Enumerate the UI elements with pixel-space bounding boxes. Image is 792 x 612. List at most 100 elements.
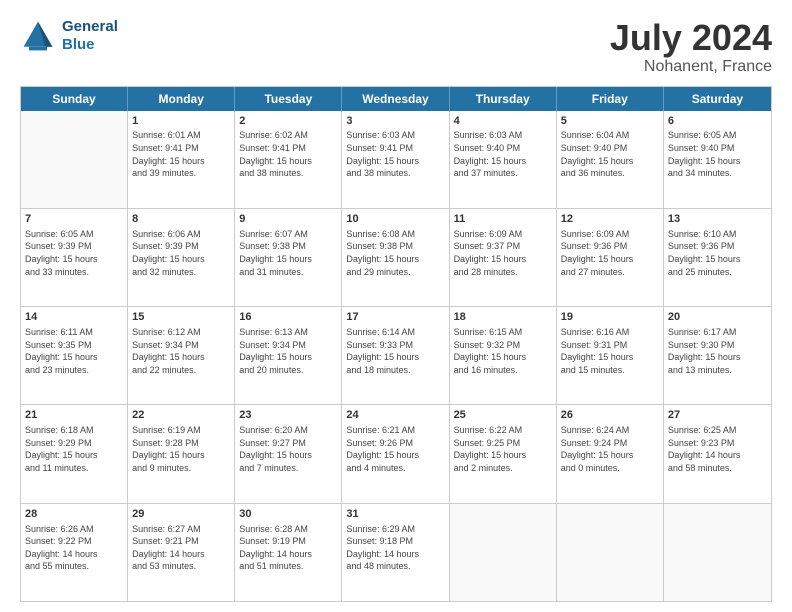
subtitle: Nohanent, France <box>610 58 772 76</box>
calendar-cell: 20Sunrise: 6:17 AM Sunset: 9:30 PM Dayli… <box>664 307 771 404</box>
calendar-cell: 15Sunrise: 6:12 AM Sunset: 9:34 PM Dayli… <box>128 307 235 404</box>
calendar-cell: 2Sunrise: 6:02 AM Sunset: 9:41 PM Daylig… <box>235 111 342 208</box>
cell-info: Sunrise: 6:10 AM Sunset: 9:36 PM Dayligh… <box>668 228 767 278</box>
calendar-cell <box>557 504 664 601</box>
cell-info: Sunrise: 6:02 AM Sunset: 9:41 PM Dayligh… <box>239 129 337 179</box>
cell-info: Sunrise: 6:01 AM Sunset: 9:41 PM Dayligh… <box>132 129 230 179</box>
calendar-row: 28Sunrise: 6:26 AM Sunset: 9:22 PM Dayli… <box>21 503 771 601</box>
logo-icon <box>20 18 56 54</box>
cell-info: Sunrise: 6:07 AM Sunset: 9:38 PM Dayligh… <box>239 228 337 278</box>
cell-info: Sunrise: 6:29 AM Sunset: 9:18 PM Dayligh… <box>346 523 444 573</box>
day-number: 18 <box>454 310 552 325</box>
calendar: SundayMondayTuesdayWednesdayThursdayFrid… <box>20 86 772 602</box>
day-number: 31 <box>346 507 444 522</box>
day-number: 28 <box>25 507 123 522</box>
calendar-cell: 13Sunrise: 6:10 AM Sunset: 9:36 PM Dayli… <box>664 209 771 306</box>
cell-info: Sunrise: 6:08 AM Sunset: 9:38 PM Dayligh… <box>346 228 444 278</box>
calendar-cell: 14Sunrise: 6:11 AM Sunset: 9:35 PM Dayli… <box>21 307 128 404</box>
cell-info: Sunrise: 6:14 AM Sunset: 9:33 PM Dayligh… <box>346 326 444 376</box>
day-number: 14 <box>25 310 123 325</box>
cell-info: Sunrise: 6:09 AM Sunset: 9:36 PM Dayligh… <box>561 228 659 278</box>
calendar-cell: 5Sunrise: 6:04 AM Sunset: 9:40 PM Daylig… <box>557 111 664 208</box>
title-block: July 2024 Nohanent, France <box>610 18 772 76</box>
calendar-cell: 31Sunrise: 6:29 AM Sunset: 9:18 PM Dayli… <box>342 504 449 601</box>
calendar-cell: 27Sunrise: 6:25 AM Sunset: 9:23 PM Dayli… <box>664 405 771 502</box>
cell-info: Sunrise: 6:28 AM Sunset: 9:19 PM Dayligh… <box>239 523 337 573</box>
day-number: 5 <box>561 114 659 129</box>
calendar-cell: 24Sunrise: 6:21 AM Sunset: 9:26 PM Dayli… <box>342 405 449 502</box>
day-number: 30 <box>239 507 337 522</box>
day-number: 19 <box>561 310 659 325</box>
cell-info: Sunrise: 6:16 AM Sunset: 9:31 PM Dayligh… <box>561 326 659 376</box>
calendar-header-cell: Wednesday <box>342 87 449 111</box>
calendar-header-cell: Thursday <box>450 87 557 111</box>
calendar-cell: 16Sunrise: 6:13 AM Sunset: 9:34 PM Dayli… <box>235 307 342 404</box>
cell-info: Sunrise: 6:05 AM Sunset: 9:40 PM Dayligh… <box>668 129 767 179</box>
day-number: 15 <box>132 310 230 325</box>
cell-info: Sunrise: 6:26 AM Sunset: 9:22 PM Dayligh… <box>25 523 123 573</box>
cell-info: Sunrise: 6:06 AM Sunset: 9:39 PM Dayligh… <box>132 228 230 278</box>
cell-info: Sunrise: 6:03 AM Sunset: 9:41 PM Dayligh… <box>346 129 444 179</box>
day-number: 12 <box>561 212 659 227</box>
cell-info: Sunrise: 6:17 AM Sunset: 9:30 PM Dayligh… <box>668 326 767 376</box>
cell-info: Sunrise: 6:25 AM Sunset: 9:23 PM Dayligh… <box>668 424 767 474</box>
calendar-row: 14Sunrise: 6:11 AM Sunset: 9:35 PM Dayli… <box>21 306 771 404</box>
cell-info: Sunrise: 6:12 AM Sunset: 9:34 PM Dayligh… <box>132 326 230 376</box>
day-number: 24 <box>346 408 444 423</box>
calendar-body: 1Sunrise: 6:01 AM Sunset: 9:41 PM Daylig… <box>21 111 771 601</box>
calendar-cell <box>450 504 557 601</box>
page: General Blue July 2024 Nohanent, France … <box>0 0 792 612</box>
cell-info: Sunrise: 6:09 AM Sunset: 9:37 PM Dayligh… <box>454 228 552 278</box>
cell-info: Sunrise: 6:04 AM Sunset: 9:40 PM Dayligh… <box>561 129 659 179</box>
day-number: 4 <box>454 114 552 129</box>
day-number: 11 <box>454 212 552 227</box>
calendar-row: 7Sunrise: 6:05 AM Sunset: 9:39 PM Daylig… <box>21 208 771 306</box>
day-number: 7 <box>25 212 123 227</box>
day-number: 29 <box>132 507 230 522</box>
cell-info: Sunrise: 6:15 AM Sunset: 9:32 PM Dayligh… <box>454 326 552 376</box>
cell-info: Sunrise: 6:11 AM Sunset: 9:35 PM Dayligh… <box>25 326 123 376</box>
cell-info: Sunrise: 6:19 AM Sunset: 9:28 PM Dayligh… <box>132 424 230 474</box>
calendar-cell: 29Sunrise: 6:27 AM Sunset: 9:21 PM Dayli… <box>128 504 235 601</box>
cell-info: Sunrise: 6:03 AM Sunset: 9:40 PM Dayligh… <box>454 129 552 179</box>
day-number: 20 <box>668 310 767 325</box>
day-number: 10 <box>346 212 444 227</box>
cell-info: Sunrise: 6:20 AM Sunset: 9:27 PM Dayligh… <box>239 424 337 474</box>
calendar-cell: 18Sunrise: 6:15 AM Sunset: 9:32 PM Dayli… <box>450 307 557 404</box>
calendar-cell: 21Sunrise: 6:18 AM Sunset: 9:29 PM Dayli… <box>21 405 128 502</box>
calendar-header-cell: Tuesday <box>235 87 342 111</box>
cell-info: Sunrise: 6:27 AM Sunset: 9:21 PM Dayligh… <box>132 523 230 573</box>
calendar-cell: 28Sunrise: 6:26 AM Sunset: 9:22 PM Dayli… <box>21 504 128 601</box>
day-number: 13 <box>668 212 767 227</box>
logo: General Blue <box>20 18 118 54</box>
calendar-cell: 8Sunrise: 6:06 AM Sunset: 9:39 PM Daylig… <box>128 209 235 306</box>
calendar-cell: 17Sunrise: 6:14 AM Sunset: 9:33 PM Dayli… <box>342 307 449 404</box>
header: General Blue July 2024 Nohanent, France <box>20 18 772 76</box>
calendar-cell: 11Sunrise: 6:09 AM Sunset: 9:37 PM Dayli… <box>450 209 557 306</box>
main-title: July 2024 <box>610 18 772 58</box>
day-number: 23 <box>239 408 337 423</box>
day-number: 22 <box>132 408 230 423</box>
day-number: 26 <box>561 408 659 423</box>
day-number: 1 <box>132 114 230 129</box>
day-number: 17 <box>346 310 444 325</box>
calendar-cell: 12Sunrise: 6:09 AM Sunset: 9:36 PM Dayli… <box>557 209 664 306</box>
day-number: 8 <box>132 212 230 227</box>
cell-info: Sunrise: 6:22 AM Sunset: 9:25 PM Dayligh… <box>454 424 552 474</box>
calendar-header-cell: Sunday <box>21 87 128 111</box>
calendar-cell: 26Sunrise: 6:24 AM Sunset: 9:24 PM Dayli… <box>557 405 664 502</box>
day-number: 21 <box>25 408 123 423</box>
cell-info: Sunrise: 6:18 AM Sunset: 9:29 PM Dayligh… <box>25 424 123 474</box>
calendar-header-cell: Saturday <box>664 87 771 111</box>
calendar-header: SundayMondayTuesdayWednesdayThursdayFrid… <box>21 87 771 111</box>
calendar-cell: 19Sunrise: 6:16 AM Sunset: 9:31 PM Dayli… <box>557 307 664 404</box>
calendar-cell: 7Sunrise: 6:05 AM Sunset: 9:39 PM Daylig… <box>21 209 128 306</box>
day-number: 3 <box>346 114 444 129</box>
calendar-cell: 23Sunrise: 6:20 AM Sunset: 9:27 PM Dayli… <box>235 405 342 502</box>
day-number: 9 <box>239 212 337 227</box>
calendar-cell: 9Sunrise: 6:07 AM Sunset: 9:38 PM Daylig… <box>235 209 342 306</box>
cell-info: Sunrise: 6:13 AM Sunset: 9:34 PM Dayligh… <box>239 326 337 376</box>
calendar-cell: 30Sunrise: 6:28 AM Sunset: 9:19 PM Dayli… <box>235 504 342 601</box>
calendar-cell <box>21 111 128 208</box>
cell-info: Sunrise: 6:21 AM Sunset: 9:26 PM Dayligh… <box>346 424 444 474</box>
